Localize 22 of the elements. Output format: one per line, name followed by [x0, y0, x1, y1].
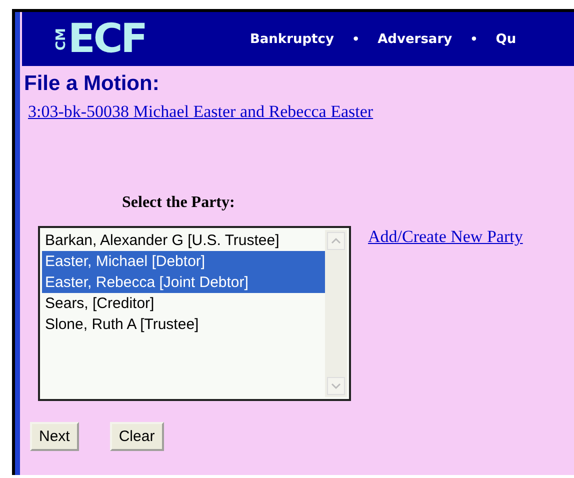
nav-separator: •	[352, 32, 360, 46]
page-title: File a Motion:	[24, 72, 160, 96]
list-option[interactable]: Barkan, Alexander G [U.S. Trustee]	[42, 230, 325, 251]
scroll-down-icon[interactable]	[327, 377, 345, 395]
logo-text: ECF	[68, 19, 146, 59]
list-option[interactable]: Slone, Ruth A [Trustee]	[42, 314, 325, 335]
nav-link[interactable]: Qu	[496, 32, 516, 46]
party-listbox[interactable]: Barkan, Alexander G [U.S. Trustee] Easter, Michael [Debtor] Easter, Rebecca [Joint Debtor] Sears, [Creditor] Slone, Ruth A [Trustee]	[38, 226, 351, 401]
clear-button[interactable]: Clear	[110, 422, 164, 451]
next-button[interactable]: Next	[30, 422, 79, 451]
case-link[interactable]: 3:03-bk-50038 Michael Easter and Rebecca Easter	[28, 102, 374, 122]
scroll-up-icon[interactable]	[327, 232, 345, 250]
nav-separator: •	[470, 32, 478, 46]
logo-text: CM	[55, 28, 68, 50]
list-option[interactable]: Easter, Michael [Debtor]	[42, 251, 325, 272]
nav-link[interactable]: Adversary	[378, 32, 452, 46]
nav-link[interactable]: Bankruptcy	[250, 32, 334, 46]
add-party-link[interactable]: Add/Create New Party	[368, 227, 523, 247]
field-label: Select the Party:	[122, 194, 236, 212]
list-option[interactable]: Easter, Rebecca [Joint Debtor]	[42, 272, 325, 293]
scrollbar[interactable]	[325, 230, 347, 397]
list-option[interactable]: Sears, [Creditor]	[42, 293, 325, 314]
